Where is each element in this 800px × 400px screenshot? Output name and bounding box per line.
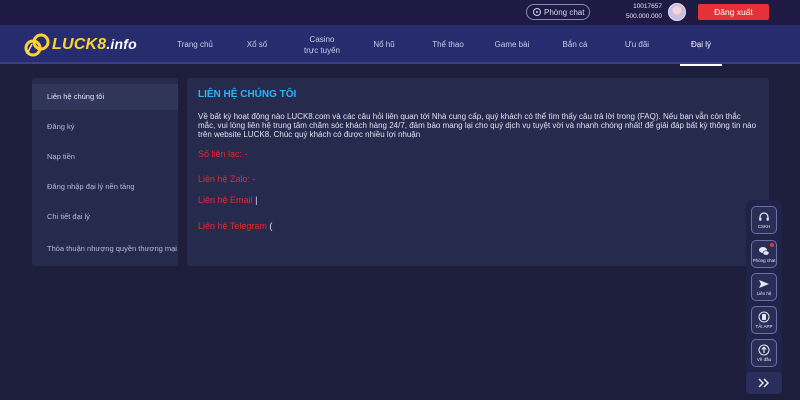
nav-item-sports[interactable]: Thể thao xyxy=(422,25,474,64)
sidebar-item-label: Thỏa thuận nhượng quyền thương mại xyxy=(47,244,177,253)
nav-item-lottery[interactable]: Xổ số xyxy=(232,25,282,64)
contact-label: Liên hệ Email xyxy=(198,195,253,205)
nav-label: Thể thao xyxy=(432,40,464,49)
contact-zalo: Liên hệ Zalo: - xyxy=(198,174,256,184)
contact-value: | xyxy=(255,195,258,205)
content-body-text: Về bất kỳ hoạt động nào LUCK8.com và các… xyxy=(198,112,757,139)
contact-value: - xyxy=(244,149,248,159)
logo-mark-icon xyxy=(24,33,50,57)
notification-badge xyxy=(770,243,774,247)
headset-icon xyxy=(759,212,769,221)
sidebar-item-label: Nạp tiền xyxy=(47,152,75,161)
nav-item-fishing[interactable]: Bắn cá xyxy=(552,25,598,64)
chat-room-float-button[interactable]: Phòng chat xyxy=(751,240,777,268)
logout-button[interactable]: Đăng xuất xyxy=(698,4,769,20)
site-logo[interactable]: LUCK8.info xyxy=(24,32,137,58)
nav-label: Ưu đãi xyxy=(624,40,650,49)
sidebar-item-agent-details[interactable]: Chi tiết đại lý xyxy=(32,204,178,230)
sidebar-item-franchise-agreement[interactable]: Thỏa thuận nhượng quyền thương mại xyxy=(32,236,178,262)
cskh-label: CSKH xyxy=(757,224,771,229)
sidebar-item-contact-us[interactable]: Liên hệ chúng tôi xyxy=(32,84,178,110)
sidebar-item-label: Chi tiết đại lý xyxy=(47,212,90,221)
back-to-top-label: Về đầu xyxy=(756,357,772,362)
user-balance: 500.000.000 xyxy=(625,13,662,20)
back-to-top-button[interactable]: Về đầu xyxy=(751,339,777,367)
contact-label: Liên hệ Telegram xyxy=(198,221,267,231)
user-id: 10017657 xyxy=(633,3,662,10)
contact-label: Liên hệ Zalo: xyxy=(198,174,251,184)
sidebar-item-label: Liên hệ chúng tôi xyxy=(47,92,105,101)
floating-support-panel: CSKH Phòng chat Liên hệ TẢI APP Về đầu xyxy=(746,200,782,394)
contact-float-label: Liên hệ xyxy=(756,291,772,296)
logo-brand: LUCK8 xyxy=(52,36,107,53)
main-navbar: LUCK8.info Trang chủ Xổ số Casino trực t… xyxy=(0,25,800,66)
chat-bubbles-icon xyxy=(759,247,770,256)
nav-label: Đại lý xyxy=(690,40,711,49)
nav-label: Game bài xyxy=(494,40,530,49)
chat-icon xyxy=(533,8,541,16)
cskh-button[interactable]: CSKH xyxy=(751,206,777,234)
nav-item-promotions[interactable]: Ưu đãi xyxy=(614,25,660,64)
contact-value: ( xyxy=(269,221,273,231)
contact-telegram: Liên hệ Telegram ( xyxy=(198,221,272,231)
sidebar-item-agent-login[interactable]: Đăng nhập đại lý nền tảng xyxy=(32,174,178,200)
arrow-up-icon xyxy=(758,344,770,356)
logo-suffix: .info xyxy=(106,36,137,52)
user-info: 10017657 500.000.000 xyxy=(620,2,662,22)
send-icon xyxy=(759,280,769,288)
chat-room-button[interactable]: Phòng chat xyxy=(526,4,590,20)
nav-item-slots[interactable]: Nổ hũ xyxy=(362,25,406,64)
collapse-panel-button[interactable] xyxy=(746,372,782,394)
contact-label: Số liên lạc: xyxy=(198,149,243,159)
download-app-label: TẢI APP xyxy=(755,324,773,329)
double-chevron-right-icon xyxy=(758,378,770,388)
sidebar-item-register[interactable]: Đăng ký xyxy=(32,114,178,140)
nav-label: Trang chủ xyxy=(177,40,213,49)
content-panel: LIÊN HỆ CHÚNG TÔI Về bất kỳ hoạt động nà… xyxy=(187,78,769,266)
sidebar-item-label: Đăng ký xyxy=(47,122,75,131)
top-bar: Phòng chat 10017657 500.000.000 Đăng xuấ… xyxy=(0,0,800,25)
nav-label: Bắn cá xyxy=(562,40,588,49)
avatar[interactable] xyxy=(668,3,686,21)
chat-room-label: Phòng chat xyxy=(544,7,585,17)
nav-label: Xổ số xyxy=(246,40,268,49)
nav-item-casino[interactable]: Casino trực tuyến xyxy=(292,25,352,64)
nav-item-agency[interactable]: Đại lý xyxy=(680,25,722,66)
contact-email: Liên hệ Email | xyxy=(198,195,257,205)
nav-label-line2: trực tuyến xyxy=(303,45,341,55)
sidebar-item-deposit[interactable]: Nạp tiền xyxy=(32,144,178,170)
chat-room-float-label: Phòng chat xyxy=(752,258,776,263)
nav-item-card-games[interactable]: Game bài xyxy=(486,25,538,64)
nav-label: Casino xyxy=(309,34,335,44)
phone-icon xyxy=(758,311,770,323)
page-title: LIÊN HỆ CHÚNG TÔI xyxy=(198,89,297,100)
download-app-button[interactable]: TẢI APP xyxy=(751,306,777,334)
sidebar: Liên hệ chúng tôi Đăng ký Nạp tiền Đăng … xyxy=(32,78,178,266)
nav-label: Nổ hũ xyxy=(373,40,395,49)
nav-item-home[interactable]: Trang chủ xyxy=(168,25,222,64)
sidebar-item-label: Đăng nhập đại lý nền tảng xyxy=(47,182,135,191)
contact-float-button[interactable]: Liên hệ xyxy=(751,273,777,301)
contact-phone: Số liên lạc: - xyxy=(198,149,248,159)
logo-text: LUCK8.info xyxy=(52,36,137,54)
contact-value: - xyxy=(252,174,256,184)
